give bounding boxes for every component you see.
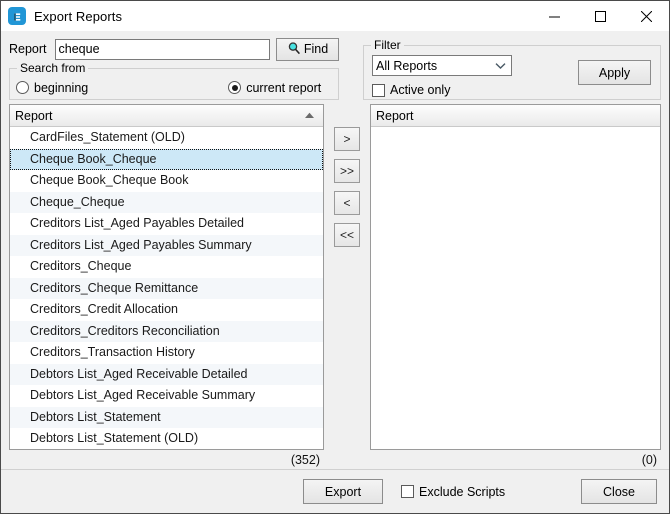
filter-legend: Filter <box>371 38 404 52</box>
move-all-left-button[interactable]: << <box>334 223 360 247</box>
move-all-left-label: << <box>340 228 354 242</box>
selected-list-rows <box>371 127 660 449</box>
available-list-header[interactable]: Report <box>10 105 323 127</box>
filter-select[interactable]: All Reports <box>372 55 512 76</box>
available-list-item-label: Debtors List_Statement (OLD) <box>30 431 198 445</box>
available-list-item-label: Cheque_Cheque <box>30 195 125 209</box>
available-list-item[interactable]: Creditors_Credit Allocation <box>10 299 323 321</box>
search-from-legend: Search from <box>17 61 88 75</box>
transfer-lists: Report CardFiles_Statement (OLD) Cheque B… <box>1 104 669 469</box>
available-list-item[interactable]: Creditors List_Aged Payables Summary <box>10 235 323 257</box>
available-list-item-label: Cheque Book_Cheque Book <box>30 173 188 187</box>
available-list-item[interactable]: Cheque_Cheque <box>10 192 323 214</box>
move-left-button[interactable]: < <box>334 191 360 215</box>
active-only-checkbox-box <box>372 84 385 97</box>
available-list-item[interactable]: Debtors List_Aged Receivable Summary <box>10 385 323 407</box>
find-button[interactable]: Find <box>276 38 339 61</box>
move-right-button[interactable]: > <box>334 127 360 151</box>
available-list-item[interactable]: Creditors List_Aged Payables Detailed <box>10 213 323 235</box>
filter-group: Filter All Reports Active only Apply <box>363 45 661 100</box>
move-left-label: < <box>343 196 350 210</box>
radio-beginning-indicator <box>16 81 29 94</box>
available-list-item[interactable]: Creditors_Transaction History <box>10 342 323 364</box>
available-list-item-label: Cheque Book_Cheque <box>30 152 157 166</box>
sort-ascending-icon <box>304 105 315 126</box>
radio-current-report[interactable]: current report <box>228 81 321 95</box>
available-list-item[interactable]: Debtors List_Aged Receivable Detailed <box>10 364 323 386</box>
available-list-item-label: Creditors_Creditors Reconciliation <box>30 324 220 338</box>
radio-beginning-label: beginning <box>34 81 88 95</box>
available-list-item-label: Creditors_Cheque Remittance <box>30 281 198 295</box>
title-bar: Export Reports <box>1 1 669 31</box>
available-list-rows: CardFiles_Statement (OLD) Cheque Book_Che… <box>10 127 323 449</box>
find-button-label: Find <box>304 42 328 56</box>
close-button[interactable] <box>623 1 669 31</box>
available-list-item-label: Creditors_Cheque <box>30 259 131 273</box>
footer-bar: Export Exclude Scripts Close <box>1 469 669 513</box>
available-list-item-label: Creditors_Credit Allocation <box>30 302 178 316</box>
filter-area: Filter All Reports Active only Apply <box>339 37 661 100</box>
window-title: Export Reports <box>34 9 122 24</box>
available-list-item-label: Creditors List_Aged Payables Detailed <box>30 216 244 230</box>
app-icon <box>8 7 26 25</box>
move-all-right-label: >> <box>340 164 354 178</box>
available-list-item[interactable]: Creditors_Cheque Remittance <box>10 278 323 300</box>
active-only-checkbox[interactable]: Active only <box>372 83 652 97</box>
available-list-item[interactable]: Cheque Book_Cheque <box>10 149 323 171</box>
available-count: (352) <box>9 450 324 469</box>
available-list-item-label: Debtors List_Aged Receivable Summary <box>30 388 255 402</box>
available-list-item[interactable]: Debtors List_Statement (OLD) <box>10 428 323 449</box>
selected-list-header-label: Report <box>376 109 414 123</box>
available-list-item[interactable]: Debtors List_Statement <box>10 407 323 429</box>
magnifier-icon <box>287 41 301 58</box>
exclude-scripts-checkbox-box <box>401 485 414 498</box>
radio-current-report-label: current report <box>246 81 321 95</box>
selected-count: (0) <box>370 450 661 469</box>
available-list-item-label: Debtors List_Aged Receivable Detailed <box>30 367 248 381</box>
active-only-label: Active only <box>390 83 450 97</box>
maximize-button[interactable] <box>577 1 623 31</box>
available-list-item-label: Creditors_Transaction History <box>30 345 195 359</box>
available-list-item[interactable]: Creditors_Cheque <box>10 256 323 278</box>
close-dialog-button[interactable]: Close <box>581 479 657 504</box>
report-label: Report <box>9 42 47 56</box>
available-list-item[interactable]: Cheque Book_Cheque Book <box>10 170 323 192</box>
search-group: Report Find Search from <box>9 37 339 100</box>
search-input[interactable] <box>55 39 270 60</box>
close-dialog-button-label: Close <box>603 485 635 499</box>
exclude-scripts-checkbox[interactable]: Exclude Scripts <box>401 485 505 499</box>
move-all-right-button[interactable]: >> <box>334 159 360 183</box>
available-list-item[interactable]: Creditors_Creditors Reconciliation <box>10 321 323 343</box>
available-list-header-label: Report <box>15 109 53 123</box>
radio-beginning[interactable]: beginning <box>16 81 88 95</box>
move-right-label: > <box>343 132 350 146</box>
report-search-row: Report Find <box>9 37 339 61</box>
available-list-item-label: Creditors List_Aged Payables Summary <box>30 238 252 252</box>
export-button-label: Export <box>325 485 361 499</box>
search-from-group: Search from beginning current report <box>9 68 339 100</box>
selected-list-panel: Report (0) <box>370 104 661 469</box>
available-list-item-label: Debtors List_Statement <box>30 410 161 424</box>
chevron-down-icon <box>495 56 506 75</box>
exclude-scripts-label: Exclude Scripts <box>419 485 505 499</box>
apply-button[interactable]: Apply <box>578 60 651 85</box>
available-list-item[interactable]: CardFiles_Statement (OLD) <box>10 127 323 149</box>
selected-list-header[interactable]: Report <box>371 105 660 127</box>
export-button[interactable]: Export <box>303 479 383 504</box>
selected-listbox[interactable]: Report <box>370 104 661 450</box>
minimize-button[interactable] <box>531 1 577 31</box>
top-panel: Report Find Search from <box>1 31 669 104</box>
available-list-panel: Report CardFiles_Statement (OLD) Cheque B… <box>9 104 324 469</box>
filter-select-value: All Reports <box>376 59 437 73</box>
available-list-item-label: CardFiles_Statement (OLD) <box>30 130 185 144</box>
window-controls <box>531 1 669 31</box>
radio-current-report-indicator <box>228 81 241 94</box>
apply-button-label: Apply <box>599 66 630 80</box>
transfer-button-column: > >> < << <box>324 104 370 469</box>
available-listbox[interactable]: Report CardFiles_Statement (OLD) Cheque B… <box>9 104 324 450</box>
export-reports-window: Export Reports Report <box>0 0 670 514</box>
